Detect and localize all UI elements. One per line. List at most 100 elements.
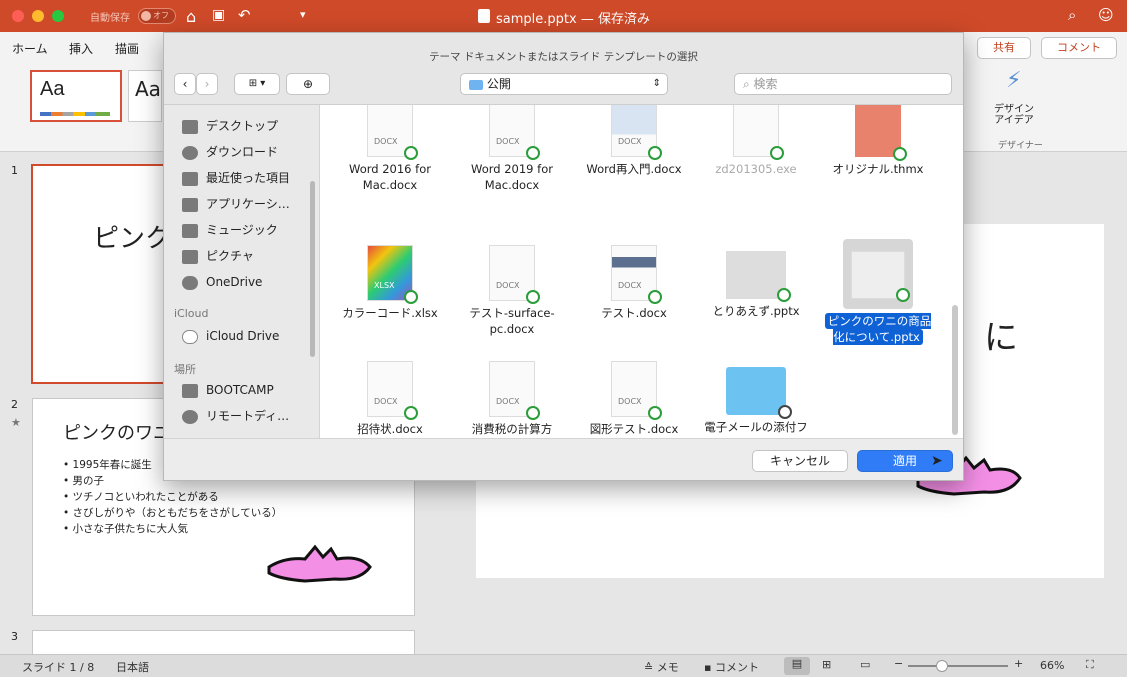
sidebar-item-remote-disc[interactable]: リモートディ… <box>182 405 289 427</box>
comment-label: コメント <box>1057 41 1101 54</box>
file-item[interactable]: とりあえず.pptx <box>701 245 811 319</box>
disk-icon <box>182 383 198 398</box>
file-item[interactable]: zd201305.exe <box>701 105 811 177</box>
file-item[interactable]: DOCX 招待状.docx <box>335 361 445 437</box>
back-button[interactable]: ‹ <box>174 73 196 95</box>
save-icon[interactable]: ▣ <box>212 7 225 23</box>
file-item[interactable]: DOCX Word再入門.docx <box>579 105 689 177</box>
undo-icon[interactable]: ↶ <box>238 6 251 24</box>
tab-home[interactable]: ホーム <box>12 40 48 57</box>
design-ideas-label[interactable]: デザイン アイデア <box>994 104 1034 126</box>
file-name: テスト.docx <box>601 306 667 320</box>
autosave-toggle[interactable]: オフ <box>138 8 176 24</box>
notes-button[interactable]: ≙ メモ <box>644 659 679 675</box>
smiley-icon[interactable]: ☺ <box>1098 6 1114 24</box>
file-grid-scrollbar[interactable] <box>952 305 958 435</box>
designer-icon[interactable]: ⚡ <box>1006 68 1021 93</box>
location-label: 公開 <box>486 77 511 91</box>
sidebar-scrollbar[interactable] <box>310 181 315 357</box>
slide2-title: ピンクのワニ <box>63 423 171 444</box>
location-select[interactable]: 公開 ⇕ <box>460 73 668 95</box>
home-icon[interactable]: ⌂ <box>186 7 196 26</box>
folder-icon <box>726 367 792 419</box>
zoom-out-button[interactable]: − <box>894 657 903 670</box>
sidebar-item-icloud-drive[interactable]: iCloud Drive <box>182 325 279 347</box>
fit-to-window-icon[interactable]: ⛶ <box>1086 658 1094 672</box>
file-item[interactable]: DOCX 図形テスト.docx <box>579 361 689 437</box>
sidebar-item-downloads[interactable]: ダウンロード <box>182 141 278 163</box>
disc-icon <box>182 409 198 424</box>
zoom-slider-thumb[interactable] <box>936 660 948 672</box>
slideshow-button[interactable]: ▭ <box>860 658 870 671</box>
selection-highlight <box>843 239 913 309</box>
tab-draw[interactable]: 描画 <box>115 40 139 57</box>
file-item[interactable]: DOCX テスト-surface-pc.docx <box>457 245 567 337</box>
theme-thumbnail-2[interactable]: Aa <box>128 70 162 122</box>
normal-view-button[interactable]: ▤ <box>784 657 810 675</box>
exe-file-icon <box>733 105 784 160</box>
search-input[interactable]: ⌕ 検索 <box>734 73 952 95</box>
dialog-footer: キャンセル 適用 <box>164 438 963 480</box>
document-title: sample.pptx — 保存済み <box>496 12 650 27</box>
places-section-title: 場所 <box>174 363 196 376</box>
zoom-window-button[interactable] <box>52 10 64 22</box>
dialog-header: テーマ ドキュメントまたはスライド テンプレートの選択 ‹ › ⊞ ▾ ⊕ 公開… <box>164 33 963 105</box>
sidebar-item-onedrive[interactable]: OneDrive <box>182 271 262 293</box>
bullet: • さびしがりや（おともだちをさがしている） <box>63 507 283 519</box>
sidebar-item-music[interactable]: ミュージック <box>182 219 278 241</box>
file-name: テスト-surface-pc.docx <box>469 306 555 336</box>
file-item[interactable]: 電子メールの添付ファイル <box>701 361 811 438</box>
file-name: 招待状.docx <box>357 422 423 436</box>
sidebar-item-desktop[interactable]: デスクトップ <box>182 115 278 137</box>
file-item[interactable]: DOCX 消費税の計算方法.docx <box>457 361 567 438</box>
slide-sorter-button[interactable]: ⊞ <box>822 658 831 671</box>
zoom-in-button[interactable]: + <box>1014 657 1023 670</box>
docx-file-icon: DOCX <box>489 245 540 304</box>
pptx-file-icon <box>726 251 791 302</box>
cancel-button[interactable]: キャンセル <box>752 450 848 472</box>
sidebar-item-recents[interactable]: 最近使った項目 <box>182 167 290 189</box>
zoom-slider[interactable] <box>908 665 1008 667</box>
file-item[interactable]: DOCX Word 2019 for Mac.docx <box>457 105 567 193</box>
new-folder-button[interactable]: ⊕ <box>286 73 330 95</box>
cancel-label: キャンセル <box>769 454 830 468</box>
comments-button[interactable]: ▪ コメント <box>704 659 759 675</box>
file-item[interactable]: DOCX Word 2016 for Mac.docx <box>335 105 445 193</box>
sidebar-item-applications[interactable]: アプリケーシ… <box>182 193 290 215</box>
mouse-cursor-icon: ➤ <box>931 453 943 469</box>
download-icon <box>182 145 198 160</box>
file-grid: DOCX Word 2016 for Mac.docx DOCX Word 2019… <box>320 105 963 438</box>
sidebar-item-pictures[interactable]: ピクチャ <box>182 245 254 267</box>
icloud-section-title: iCloud <box>174 307 209 320</box>
file-item[interactable]: DOCX テスト.docx <box>579 245 689 321</box>
comment-button[interactable]: コメント <box>1041 37 1117 59</box>
title-bar: 自動保存 オフ ⌂ ▣ ↶ ▾ sample.pptx — 保存済み ⌕ ☺ <box>0 0 1127 32</box>
view-options-button[interactable]: ⊞ ▾ <box>234 73 280 95</box>
customize-toolbar-icon[interactable]: ▾ <box>300 8 306 21</box>
docx-file-icon: DOCX <box>489 105 540 160</box>
recents-icon <box>182 171 198 186</box>
file-item[interactable]: オリジナル.thmx <box>823 105 933 177</box>
file-name: Word 2016 for Mac.docx <box>349 162 431 192</box>
xlsx-file-icon: XLSX <box>367 245 418 304</box>
updown-chevron-icon: ⇕ <box>652 78 661 89</box>
designer-group-label: デザイナー <box>998 141 1043 151</box>
close-window-button[interactable] <box>12 10 24 22</box>
notes-icon: ≙ <box>644 661 657 674</box>
zoom-level[interactable]: 66% <box>1040 659 1064 672</box>
slide-number: 2 <box>11 398 18 411</box>
tab-insert[interactable]: 挿入 <box>69 40 93 57</box>
minimize-window-button[interactable] <box>32 10 44 22</box>
search-placeholder: 検索 <box>753 77 778 91</box>
forward-button[interactable]: › <box>196 73 218 95</box>
pptx-file-icon <box>478 9 490 23</box>
sidebar-item-bootcamp[interactable]: BOOTCAMP <box>182 379 274 401</box>
search-icon[interactable]: ⌕ <box>1068 6 1076 24</box>
file-name: 消費税の計算方法.docx <box>471 422 553 436</box>
cloud-icon <box>182 329 198 344</box>
file-item-selected[interactable]: ピンクのワニの商品化について.pptx <box>823 239 933 345</box>
file-item[interactable]: XLSX カラーコード.xlsx <box>335 245 445 321</box>
share-button[interactable]: 共有 <box>977 37 1031 59</box>
language-indicator[interactable]: 日本語 <box>116 659 149 675</box>
theme-thumbnail-1[interactable]: Aa <box>30 70 122 122</box>
